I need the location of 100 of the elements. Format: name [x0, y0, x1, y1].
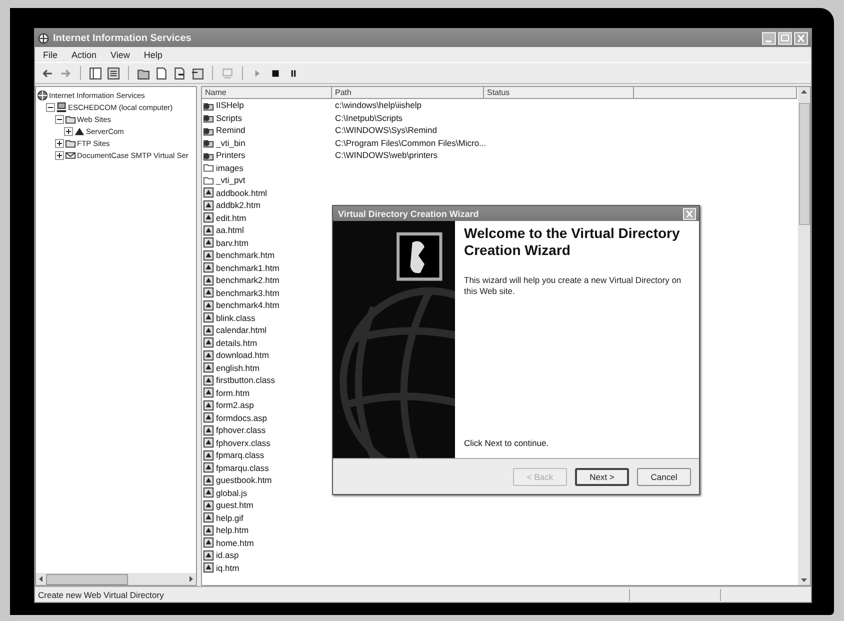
web-page-icon: [203, 362, 214, 374]
column-header[interactable]: Status: [484, 87, 634, 99]
expander-icon[interactable]: [46, 102, 55, 112]
web-page-icon: [203, 424, 214, 436]
folder-icon[interactable]: [137, 66, 150, 80]
wizard-button[interactable]: Cancel: [637, 468, 691, 486]
file-name[interactable]: form2.asp: [216, 400, 254, 410]
pane-icon[interactable]: [89, 66, 102, 80]
file-name[interactable]: IISHelp: [216, 100, 244, 110]
dialog-title: Virtual Directory Creation Wizard: [338, 208, 480, 218]
maximize-icon[interactable]: [778, 32, 792, 44]
file-name[interactable]: blink.class: [216, 312, 256, 323]
file-name[interactable]: calendar.html: [216, 325, 267, 336]
menu-item[interactable]: Action: [72, 50, 97, 60]
folder-icon: [65, 114, 76, 124]
web-page-icon: [203, 550, 214, 561]
close-icon[interactable]: [794, 32, 808, 44]
folder-globe-icon: [203, 137, 214, 148]
web-page-icon: [203, 562, 214, 574]
status-text: Create new Web Virtual Directory: [37, 590, 165, 600]
properties-icon[interactable]: [191, 66, 204, 80]
file-name[interactable]: iq.htm: [216, 562, 240, 573]
file-name[interactable]: aa.html: [216, 225, 244, 236]
file-name[interactable]: guest.htm: [216, 500, 254, 510]
file-name[interactable]: addbook.html: [216, 188, 268, 198]
file-name[interactable]: addbk2.htm: [216, 200, 260, 210]
file-name[interactable]: benchmark1.htm: [216, 262, 280, 273]
expander-icon[interactable]: [55, 150, 64, 160]
menu-item[interactable]: View: [110, 50, 130, 60]
web-page-icon: [203, 474, 214, 486]
export-icon[interactable]: [173, 66, 186, 80]
web-page-icon: [203, 412, 214, 424]
menu-item[interactable]: Help: [144, 50, 162, 60]
expander-icon[interactable]: [64, 126, 73, 136]
web-page-icon: [203, 224, 214, 236]
document-icon[interactable]: [155, 66, 168, 80]
path-cell-text: C:\WINDOWS\web\printers: [334, 150, 438, 160]
file-name[interactable]: global.js: [216, 488, 248, 498]
file-name[interactable]: help.htm: [216, 525, 249, 536]
file-name[interactable]: Remind: [216, 125, 246, 136]
envelope-icon: [65, 150, 76, 160]
menu-item[interactable]: File: [43, 50, 58, 60]
file-name[interactable]: formdocs.asp: [216, 412, 268, 423]
file-name[interactable]: form.htm: [216, 388, 250, 398]
vertical-scrollbar[interactable]: [798, 87, 810, 585]
file-name[interactable]: Scripts: [216, 112, 242, 123]
web-page-icon: [203, 400, 214, 411]
file-name[interactable]: home.htm: [216, 538, 254, 548]
horizontal-scrollbar[interactable]: [36, 573, 196, 585]
path-cell-text: C:\Program Files\Common Files\Micro...: [334, 138, 486, 148]
file-name[interactable]: images: [216, 162, 244, 173]
file-name[interactable]: fphoverx.class: [216, 438, 270, 448]
web-page-icon: [203, 350, 214, 361]
list-icon[interactable]: [107, 66, 120, 80]
file-name[interactable]: benchmark3.htm: [216, 288, 280, 298]
file-name[interactable]: english.htm: [216, 362, 260, 373]
path-cell-text: C:\WINDOWS\Sys\Remind: [334, 125, 438, 136]
wizard-description: This wizard will help you create a new Virtual Directory on this Web site.: [464, 275, 682, 297]
file-name[interactable]: benchmark2.htm: [216, 275, 280, 286]
web-page-icon: [203, 450, 214, 461]
web-page-icon: [203, 312, 214, 324]
file-name[interactable]: help.gif: [216, 512, 244, 523]
scroll-thumb[interactable]: [798, 103, 810, 225]
file-name[interactable]: id.asp: [216, 550, 239, 560]
wizard-note: Click Next to continue.: [464, 438, 550, 448]
file-name[interactable]: benchmark.htm: [216, 250, 275, 260]
file-name[interactable]: fphover.class: [216, 425, 266, 436]
computer-icon: [56, 102, 67, 112]
column-header[interactable]: Path: [332, 87, 484, 99]
file-name[interactable]: _vti_pvt: [216, 175, 246, 186]
web-page-icon: [203, 462, 214, 474]
file-name[interactable]: Printers: [216, 150, 246, 160]
file-name[interactable]: benchmark4.htm: [216, 300, 280, 310]
web-page-icon: [203, 487, 214, 498]
web-page-icon: [203, 512, 214, 524]
path-cell-text: C:\Inetpub\Scripts: [334, 112, 403, 123]
web-page-icon: [203, 212, 214, 224]
folder-globe-icon: [203, 112, 214, 124]
web-page-icon: [203, 287, 214, 298]
file-name[interactable]: download.htm: [216, 350, 269, 360]
web-page-icon: [203, 437, 214, 448]
minimize-icon[interactable]: [762, 32, 776, 44]
file-name[interactable]: fpmarq.class: [216, 450, 264, 460]
file-name[interactable]: barv.htm: [216, 238, 248, 248]
file-name[interactable]: _vti_bin: [216, 138, 246, 148]
wizard-heading: Welcome to the Virtual Directory Creation Wizard: [464, 225, 681, 259]
close-icon[interactable]: [683, 208, 696, 220]
web-page-icon: [203, 374, 214, 386]
file-name[interactable]: edit.htm: [216, 212, 246, 223]
scroll-thumb[interactable]: [46, 574, 128, 584]
file-name[interactable]: details.htm: [216, 338, 258, 348]
web-page-icon: [203, 524, 214, 536]
expander-icon[interactable]: [55, 138, 64, 148]
column-header[interactable]: Name: [202, 87, 332, 99]
web-page-icon: [203, 237, 214, 248]
file-name[interactable]: firstbutton.class: [216, 375, 276, 386]
wizard-button[interactable]: Next >: [575, 468, 629, 486]
expander-icon[interactable]: [55, 114, 64, 124]
file-name[interactable]: fpmarqu.class: [216, 462, 269, 473]
file-name[interactable]: guestbook.htm: [216, 475, 272, 486]
